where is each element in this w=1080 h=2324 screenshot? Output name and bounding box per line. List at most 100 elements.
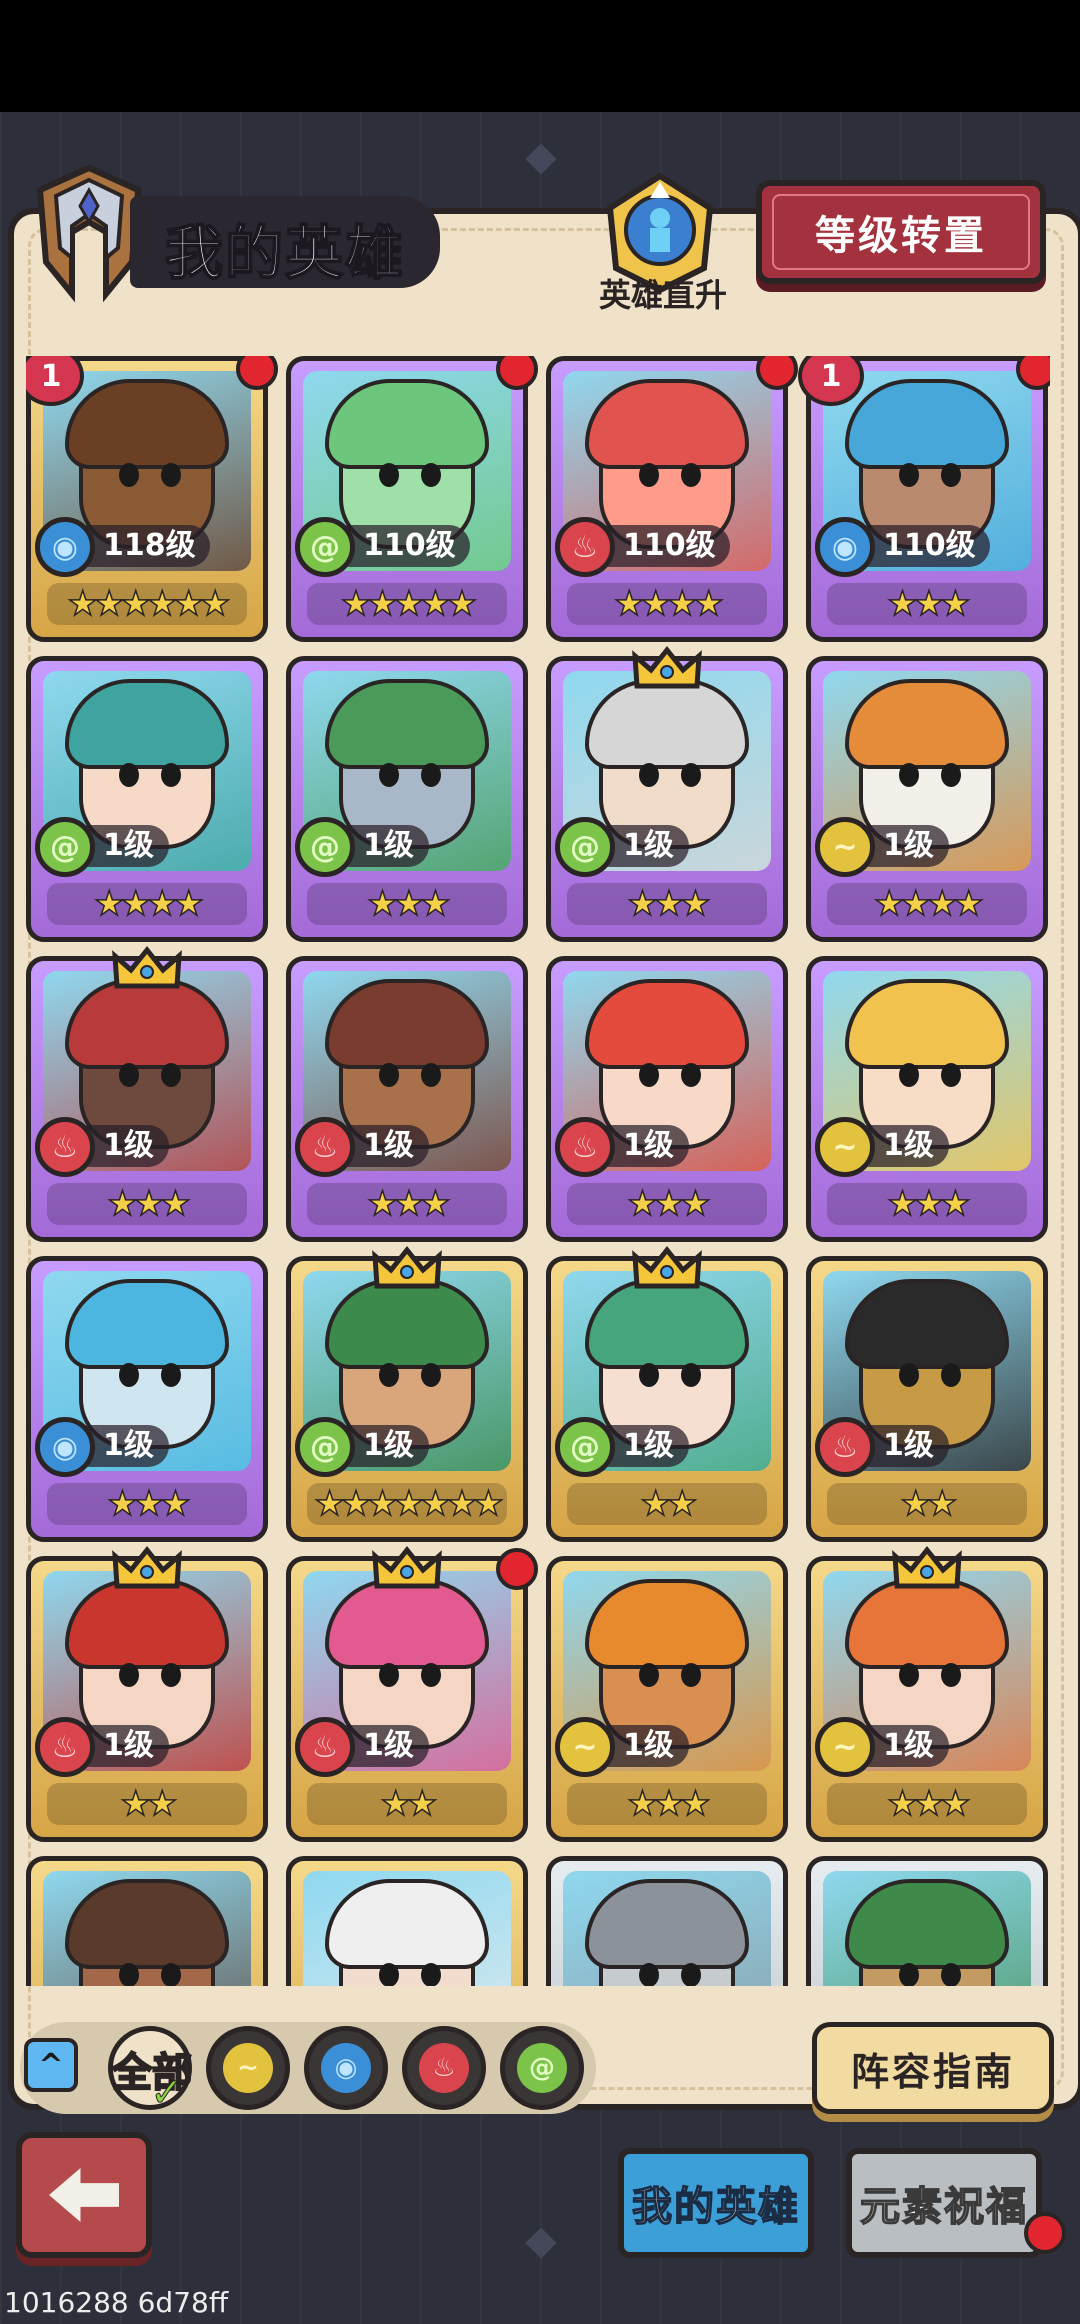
hero-card[interactable] [286,1856,528,1986]
level-reset-button[interactable]: 等级转置 [756,180,1046,284]
notification-dot [496,1548,538,1590]
hero-card[interactable]: 1级 ~ ★★★★ [806,656,1048,942]
hero-hair [65,379,229,469]
hero-card[interactable]: 1级 @ ★★★ [286,656,528,942]
hero-eye [681,763,701,787]
hero-card[interactable]: 1级 ~ ★★★ [806,1556,1048,1842]
hero-hair [325,679,489,769]
hero-hair [325,979,489,1069]
hero-eye [639,763,659,787]
wood-element-icon: @ [35,817,95,877]
fire-element-icon: ♨ [555,1117,615,1177]
hero-card[interactable]: 1级 @ ★★ [546,1256,788,1542]
hero-grid: 118级 ◉ ★★★★★★ 1 110级 @ ★★★★★ 110级 ♨ ★★★★ 110级 ◉ ★★★ 1… [26,356,1050,1986]
hero-card[interactable]: 1级 @ ★★★ [546,656,788,942]
hero-eye [421,1063,441,1087]
fire-element-icon: ♨ [35,1117,95,1177]
hero-stars: ★★★ [827,1783,1027,1825]
crown-icon [112,1546,182,1589]
fire-element-icon: ♨ [815,1417,875,1477]
hero-stars: ★★★★★★★ [307,1483,507,1525]
hero-hair [585,1879,749,1969]
hero-eye [379,463,399,487]
hero-hair [585,1279,749,1369]
filter-wood-chip[interactable]: @ [500,2026,584,2110]
crown-icon [632,646,702,689]
tab-my-heroes[interactable]: 我的英雄 [618,2148,814,2258]
back-button[interactable] [16,2132,152,2258]
hero-card[interactable]: 1级 ♨ ★★ [26,1556,268,1842]
hero-eye [941,1963,961,1986]
hero-eye [379,1363,399,1387]
hero-eye [899,1663,919,1687]
hero-eye [639,1363,659,1387]
hero-eye [161,1663,181,1687]
hero-card[interactable]: 1级 ♨ ★★ [806,1256,1048,1542]
hero-stars: ★★ [827,1483,1027,1525]
checkmark-icon: ✓ [150,2070,185,2117]
hero-eye [639,1063,659,1087]
hero-stars: ★★★★ [567,583,767,625]
hero-eye [899,1363,919,1387]
crown-icon [372,1246,442,1289]
hero-card[interactable]: 1级 ♨ ★★★ [26,956,268,1242]
wood-element-icon: @ [555,1417,615,1477]
hero-hair [585,1579,749,1669]
hero-eye [681,1663,701,1687]
hero-stars: ★★★★ [47,883,247,925]
hero-stars: ★★★★★ [307,583,507,625]
hero-stars: ★★ [567,1483,767,1525]
hero-eye [379,763,399,787]
hero-portrait [563,1871,771,1986]
hero-eye [639,1663,659,1687]
wood-element-icon: @ [555,817,615,877]
hero-stars: ★★★ [827,1183,1027,1225]
hero-card[interactable] [26,1856,268,1986]
hero-eye [379,1663,399,1687]
hero-eye [119,463,139,487]
crown-icon [632,1246,702,1289]
water-element-icon: ◉ [321,2043,371,2093]
hero-hair [845,1579,1009,1669]
filter-water-chip[interactable]: ◉ [304,2026,388,2110]
hero-card[interactable]: 1级 ~ ★★★ [546,1556,788,1842]
hero-stars: ★★★ [47,1483,247,1525]
fire-element-icon: ♨ [35,1717,95,1777]
hero-eye [161,463,181,487]
tab-element-blessing[interactable]: 元素祝福 [846,2148,1042,2258]
hero-eye [119,763,139,787]
hero-direct-upgrade-label[interactable]: 英雄直升 [588,270,738,316]
hero-hair [65,1879,229,1969]
filter-earth-chip[interactable]: ~ [206,2026,290,2110]
hero-card[interactable]: 110级 ♨ ★★★★ [546,356,788,642]
button-inner-border [772,194,1030,270]
hero-card[interactable]: 1级 ~ ★★★ [806,956,1048,1242]
hero-eye [899,1963,919,1986]
status-bar [0,0,1080,112]
earth-element-icon: ~ [815,1717,875,1777]
hero-stars: ★★ [307,1783,507,1825]
hero-hair [325,1579,489,1669]
hero-card[interactable]: 1级 ♨ ★★★ [286,956,528,1242]
lineup-guide-button[interactable]: 阵容指南 [812,2022,1054,2114]
hero-hair [585,379,749,469]
hero-eye [161,1063,181,1087]
hero-card[interactable]: 1级 ◉ ★★★ [26,1256,268,1542]
hero-card[interactable]: 1级 ♨ ★★★ [546,956,788,1242]
collapse-toggle-button[interactable]: ^ [24,2038,78,2092]
hero-eye [681,463,701,487]
earth-element-icon: ~ [555,1717,615,1777]
earth-element-icon: ~ [223,2043,273,2093]
hero-card[interactable]: 1级 @ ★★★★ [26,656,268,942]
hero-portrait [823,1871,1031,1986]
hero-card[interactable] [806,1856,1048,1986]
hero-card[interactable]: 1级 @ ★★★★★★★ [286,1256,528,1542]
hero-eye [941,763,961,787]
hero-stars: ★★★ [307,883,507,925]
hero-card[interactable]: 1级 ♨ ★★ [286,1556,528,1842]
hero-card[interactable] [546,1856,788,1986]
filter-fire-chip[interactable]: ♨ [402,2026,486,2110]
hero-card[interactable]: 110级 @ ★★★★★ [286,356,528,642]
hero-eye [681,1063,701,1087]
water-element-icon: ◉ [35,1417,95,1477]
